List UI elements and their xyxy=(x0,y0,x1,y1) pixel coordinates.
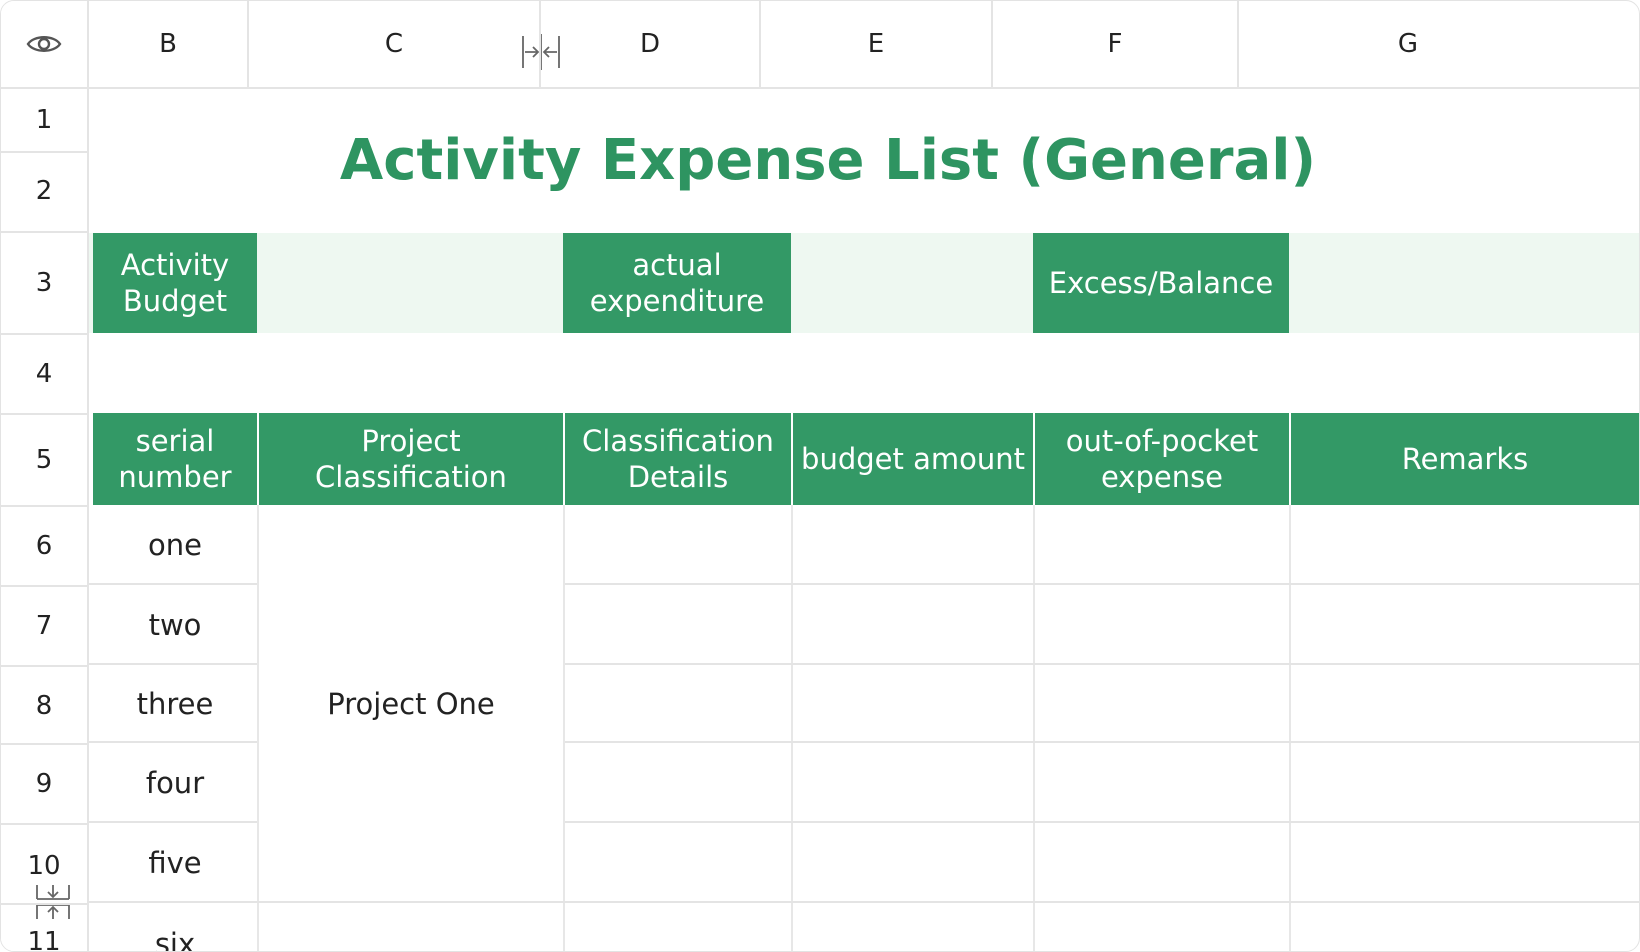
row-header-2[interactable]: 2 xyxy=(1,153,87,229)
row-separator xyxy=(89,821,257,823)
column-header-f[interactable]: F xyxy=(993,1,1237,87)
column-separator xyxy=(991,1,993,87)
excess-balance-label[interactable]: Excess/Balance xyxy=(1033,233,1289,333)
header-serial-number[interactable]: serial number xyxy=(93,413,257,505)
actual-expenditure-value[interactable] xyxy=(791,233,1033,333)
actual-expenditure-label[interactable]: actual expenditure xyxy=(563,233,791,333)
activity-budget-value[interactable] xyxy=(257,233,563,333)
row-separator xyxy=(89,741,257,743)
row-header-5[interactable]: 5 xyxy=(1,415,87,505)
column-separator xyxy=(759,1,761,87)
row-separator xyxy=(1,151,87,153)
serial-cell[interactable]: five xyxy=(93,823,257,903)
row-separator xyxy=(1,585,87,587)
collapse-rows-icon[interactable] xyxy=(35,883,71,921)
serial-cell[interactable]: two xyxy=(93,585,257,665)
sheet-title[interactable]: Activity Expense List (General) xyxy=(89,89,1567,231)
header-out-of-pocket-expense[interactable]: out-of-pocket expense xyxy=(1035,413,1289,505)
collapse-columns-icon[interactable] xyxy=(521,33,561,71)
column-header-c[interactable]: C xyxy=(249,1,539,87)
row-separator xyxy=(1,231,87,233)
serial-cell[interactable]: one xyxy=(93,505,257,585)
row-separator xyxy=(565,663,1639,665)
column-separator xyxy=(257,505,259,951)
eye-icon[interactable] xyxy=(1,1,87,87)
row-separator xyxy=(1,413,87,415)
row-header-1[interactable]: 1 xyxy=(1,89,87,151)
column-header-b[interactable]: B xyxy=(89,1,247,87)
header-classification-details[interactable]: Classification Details xyxy=(565,413,791,505)
row-separator xyxy=(89,583,257,585)
row-separator xyxy=(1,823,87,825)
header-remarks[interactable]: Remarks xyxy=(1291,413,1639,505)
column-header-g[interactable]: G xyxy=(1239,1,1577,87)
row-separator xyxy=(565,741,1639,743)
row-header-9[interactable]: 9 xyxy=(1,745,87,823)
row-header-6[interactable]: 6 xyxy=(1,507,87,585)
spreadsheet-frame: B C D E F G 1 2 3 4 5 6 7 8 9 10 11 Acti… xyxy=(0,0,1640,952)
row-separator xyxy=(89,901,1639,903)
column-separator xyxy=(1237,1,1239,87)
row-separator xyxy=(89,663,257,665)
column-header-e[interactable]: E xyxy=(761,1,991,87)
spreadsheet-view: B C D E F G 1 2 3 4 5 6 7 8 9 10 11 Acti… xyxy=(0,0,1640,952)
row-separator xyxy=(565,583,1639,585)
serial-cell[interactable]: four xyxy=(93,743,257,823)
column-separator xyxy=(563,505,565,951)
row-header-4[interactable]: 4 xyxy=(1,335,87,413)
column-header-d[interactable]: D xyxy=(541,1,759,87)
header-project-classification[interactable]: Project Classification xyxy=(259,413,563,505)
project-classification-cell[interactable]: Project One xyxy=(259,505,563,903)
row-header-8[interactable]: 8 xyxy=(1,667,87,745)
column-separator xyxy=(1033,505,1035,951)
row-separator xyxy=(1,743,87,745)
row-separator xyxy=(1,903,87,905)
column-separator xyxy=(791,505,793,951)
column-separator xyxy=(539,1,541,87)
activity-budget-label[interactable]: Activity Budget xyxy=(93,233,257,333)
row-header-7[interactable]: 7 xyxy=(1,587,87,665)
row-separator xyxy=(1,665,87,667)
row-header-3[interactable]: 3 xyxy=(1,233,87,333)
column-separator xyxy=(247,1,249,87)
excess-balance-value[interactable] xyxy=(1289,233,1639,333)
row-separator xyxy=(1,505,87,507)
serial-cell[interactable]: three xyxy=(93,665,257,743)
header-budget-amount[interactable]: budget amount xyxy=(793,413,1033,505)
serial-cell[interactable]: six xyxy=(93,903,257,951)
row-separator xyxy=(1,333,87,335)
column-separator xyxy=(1289,505,1291,951)
row-separator xyxy=(565,821,1639,823)
